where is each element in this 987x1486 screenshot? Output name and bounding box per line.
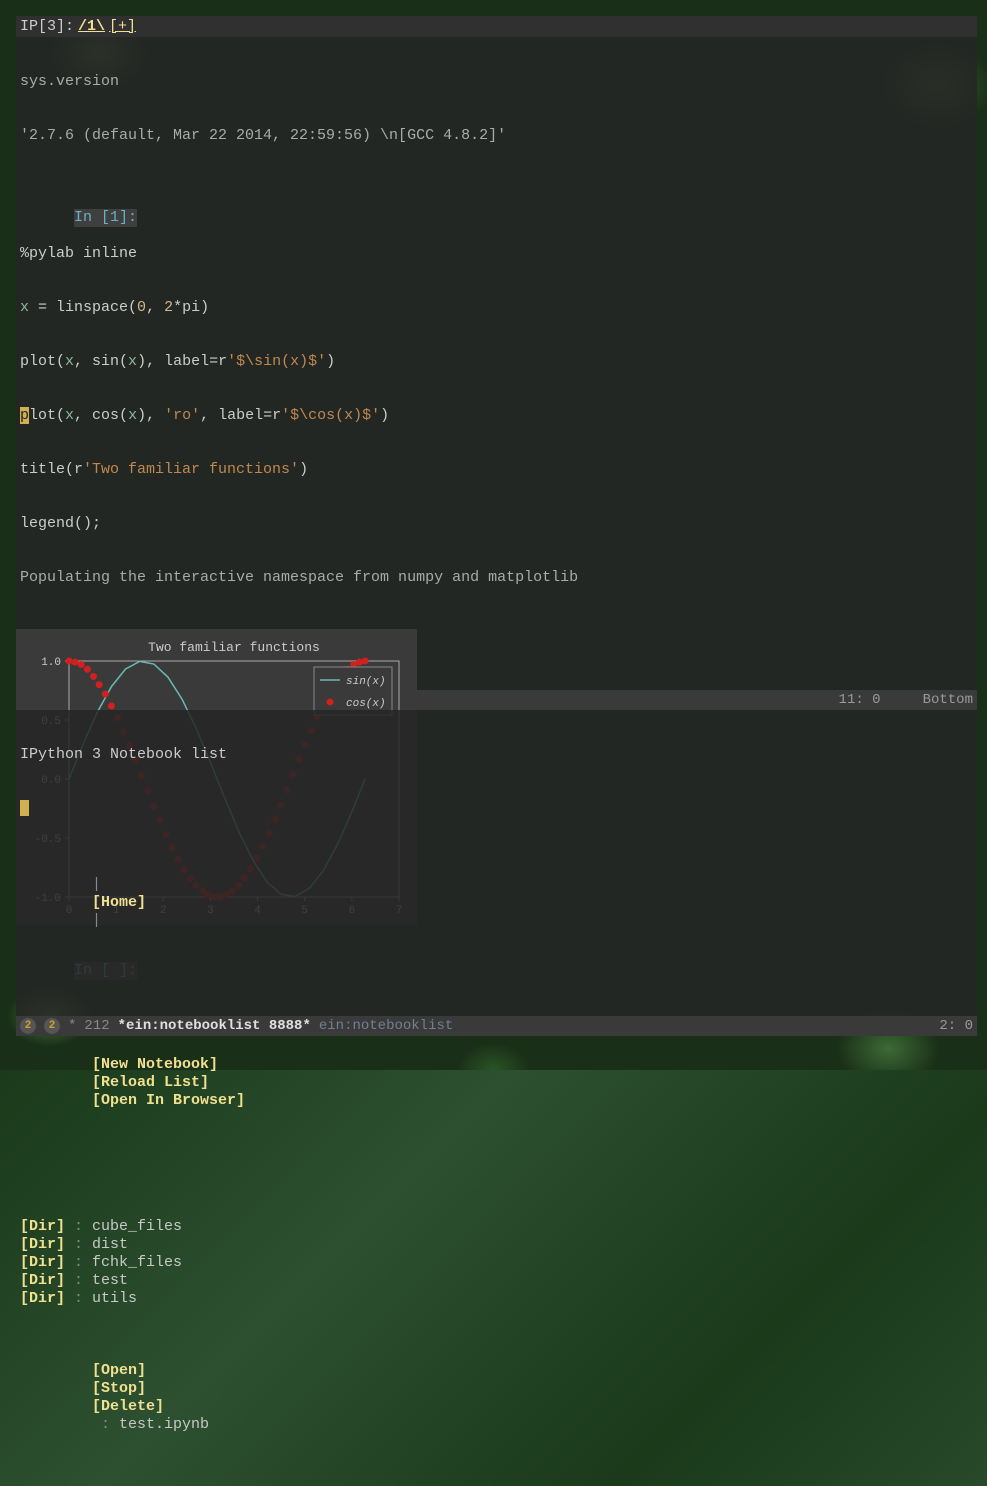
- separator: |: [92, 876, 101, 893]
- dir-label[interactable]: [Dir]: [20, 1254, 65, 1271]
- svg-text:cos(x): cos(x): [346, 698, 386, 710]
- open-browser-button[interactable]: [Open In Browser]: [92, 1092, 245, 1109]
- tab-active[interactable]: /1\: [78, 18, 105, 35]
- dir-label[interactable]: [Dir]: [20, 1272, 65, 1289]
- code-line[interactable]: x = linspace(0, 2*pi): [20, 299, 973, 317]
- dir-name[interactable]: utils: [92, 1290, 137, 1307]
- dir-name[interactable]: dist: [92, 1236, 128, 1253]
- output-line: Populating the interactive namespace fro…: [20, 569, 973, 587]
- cursor: [20, 800, 29, 816]
- delete-button[interactable]: [Delete]: [92, 1398, 164, 1415]
- cell-output-0: sys.version '2.7.6 (default, Mar 22 2014…: [16, 37, 977, 181]
- stop-button[interactable]: [Stop]: [92, 1380, 146, 1397]
- code-line[interactable]: legend();: [20, 515, 973, 533]
- open-button[interactable]: [Open]: [92, 1362, 146, 1379]
- in-prompt: In [1]:: [74, 209, 137, 227]
- cursor: p: [20, 407, 29, 424]
- tab-add-button[interactable]: [+]: [109, 18, 136, 35]
- notebook-list-title: IPython 3 Notebook list: [20, 746, 973, 764]
- dir-name[interactable]: fchk_files: [92, 1254, 182, 1271]
- dir-name[interactable]: cube_files: [92, 1218, 182, 1235]
- cell-1[interactable]: In [1]: %pylab inline x = linspace(0, 2*…: [16, 191, 977, 623]
- code-line[interactable]: title(r'Two familiar functions'): [20, 461, 973, 479]
- dir-name[interactable]: test: [92, 1272, 128, 1289]
- code-line[interactable]: plot(x, sin(x), label=r'$\sin(x)$'): [20, 353, 973, 371]
- output-line: '2.7.6 (default, Mar 22 2014, 22:59:56) …: [20, 127, 973, 145]
- dir-label[interactable]: [Dir]: [20, 1290, 65, 1307]
- code-line[interactable]: plot(x, cos(x), 'ro', label=r'$\cos(x)$'…: [20, 407, 973, 425]
- svg-text:sin(x): sin(x): [346, 676, 386, 688]
- tab-bar: IP[3]: /1\ [+]: [16, 16, 977, 37]
- code-line[interactable]: %pylab inline: [20, 245, 973, 263]
- file-name[interactable]: test.ipynb: [119, 1416, 209, 1433]
- dir-label[interactable]: [Dir]: [20, 1236, 65, 1253]
- separator: :: [65, 1218, 92, 1235]
- editor-pane-top: IP[3]: /1\ [+] sys.version '2.7.6 (defau…: [16, 16, 977, 690]
- output-line: sys.version: [20, 73, 973, 91]
- svg-text:Two familiar functions: Two familiar functions: [148, 640, 320, 655]
- new-notebook-button[interactable]: [New Notebook]: [92, 1056, 218, 1073]
- separator: :: [65, 1236, 92, 1253]
- separator: :: [65, 1272, 92, 1289]
- dir-label[interactable]: [Dir]: [20, 1218, 65, 1235]
- separator: |: [92, 912, 101, 929]
- separator: :: [65, 1254, 92, 1271]
- svg-text:1.0: 1.0: [41, 657, 61, 669]
- reload-list-button[interactable]: [Reload List]: [92, 1074, 209, 1091]
- editor-pane-bottom: IPython 3 Notebook list | [Home] | [New …: [16, 710, 977, 1016]
- separator: :: [65, 1290, 92, 1307]
- tab-prefix: IP[3]:: [20, 18, 74, 35]
- separator: :: [92, 1416, 119, 1433]
- home-link[interactable]: [Home]: [92, 894, 146, 911]
